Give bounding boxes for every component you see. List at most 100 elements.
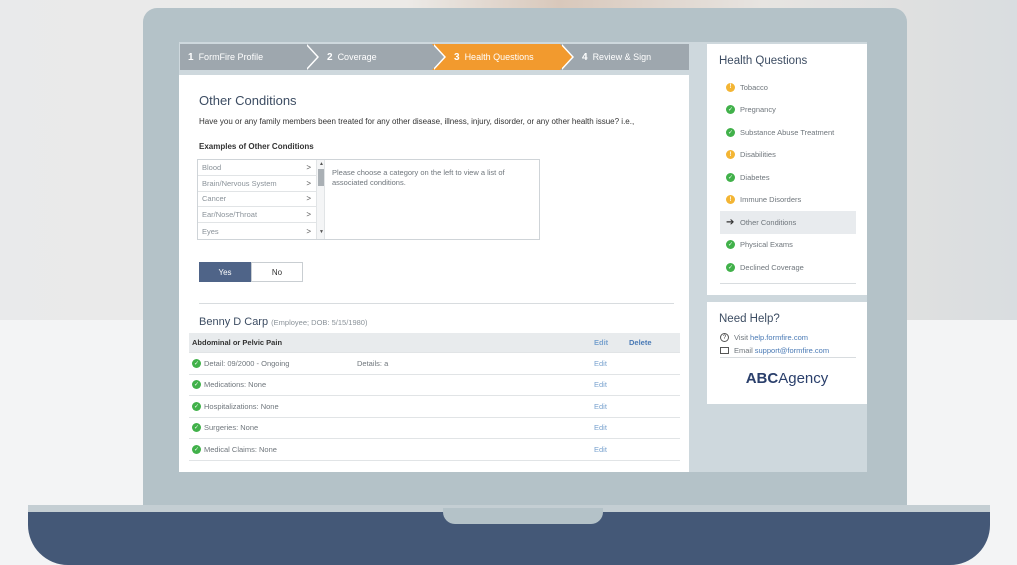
scroll-up-icon[interactable]: ▲ — [319, 161, 324, 167]
warning-icon: ! — [726, 195, 735, 205]
check-icon: ✓ — [192, 401, 201, 411]
table-header: Abdominal or Pelvic Pain Edit Delete — [189, 333, 680, 353]
sidebar-item-physical-exams[interactable]: ✓ Physical Exams — [720, 234, 856, 257]
row-details: Details: a — [357, 358, 389, 368]
logo-rest: Agency — [778, 370, 829, 387]
laptop-screen: 1 FormFire Profile 2 Coverage 3 Health Q… — [179, 42, 867, 472]
check-icon: ✓ — [726, 127, 735, 137]
category-item-blood[interactable]: Blood > — [198, 160, 316, 176]
category-item-eyes[interactable]: Eyes > — [198, 223, 316, 239]
step-number: 3 — [454, 51, 460, 63]
question-text: Have you or any family members been trea… — [199, 117, 635, 126]
sidebar-item-other-conditions[interactable]: ➔ Other Conditions — [720, 211, 856, 234]
category-label: Blood — [202, 162, 222, 172]
sidebar-item-substance-abuse[interactable]: ✓ Substance Abuse Treatment — [720, 121, 856, 144]
sidebar-item-declined-coverage[interactable]: ✓ Declined Coverage — [720, 256, 856, 279]
category-browser: Blood > Brain/Nervous System > Cancer > … — [197, 159, 540, 240]
condition-table: Abdominal or Pelvic Pain Edit Delete ✓ De… — [189, 333, 680, 461]
step-label: FormFire Profile — [198, 52, 264, 62]
email-prefix: Email — [734, 346, 753, 355]
person-name: Benny D Carp — [199, 316, 269, 328]
person-detail: (Employee; DOB: 5/15/1980) — [271, 318, 368, 327]
step-formfire-profile[interactable]: 1 FormFire Profile — [180, 44, 319, 70]
health-questions-sidebar: Health Questions ! Tobacco ✓ Pregnancy ✓ Su… — [707, 44, 867, 295]
help-site-link[interactable]: help.formfire.com — [750, 333, 808, 342]
chevron-right-icon: > — [306, 178, 311, 188]
table-row: ✓ Medical Claims: None Edit — [189, 439, 680, 461]
chevron-right-icon: > — [306, 162, 311, 172]
divider — [720, 357, 856, 358]
help-title: Need Help? — [719, 313, 780, 325]
check-icon: ✓ — [192, 358, 201, 368]
row-label: Medications: None — [204, 380, 267, 390]
check-icon: ✓ — [726, 105, 735, 115]
page-title: Other Conditions — [199, 93, 297, 108]
scroll-down-icon[interactable]: ▼ — [319, 229, 324, 235]
divider — [720, 283, 856, 284]
table-row: ✓ Medications: None Edit — [189, 375, 680, 396]
category-label: Ear/Nose/Throat — [202, 210, 258, 220]
sidebar-item-label: Immune Disorders — [740, 195, 802, 205]
step-health-questions[interactable]: 3 Health Questions — [432, 44, 574, 70]
step-number: 4 — [582, 51, 588, 63]
yes-button[interactable]: Yes — [199, 262, 251, 282]
agency-logo: ABCAgency — [707, 370, 867, 387]
sidebar-item-label: Substance Abuse Treatment — [740, 127, 835, 137]
row-label: Detail: 09/2000 - Ongoing — [204, 358, 290, 368]
warning-icon: ! — [726, 82, 735, 92]
no-button[interactable]: No — [251, 262, 303, 282]
step-label: Coverage — [337, 52, 377, 62]
visit-prefix: Visit — [734, 333, 749, 342]
table-row: ✓ Detail: 09/2000 - Ongoing Details: a Ed… — [189, 353, 680, 375]
main-panel: Other Conditions Have you or any family … — [179, 75, 689, 472]
sidebar-item-label: Other Conditions — [740, 217, 797, 227]
sidebar-item-disabilities[interactable]: ! Disabilities — [720, 144, 856, 167]
arrow-right-icon: ➔ — [726, 216, 735, 228]
row-edit-link[interactable]: Edit — [594, 380, 607, 389]
category-item-brain[interactable]: Brain/Nervous System > — [198, 176, 316, 192]
check-icon: ✓ — [192, 444, 201, 454]
support-email-link[interactable]: support@formfire.com — [755, 346, 829, 355]
row-edit-link[interactable]: Edit — [594, 445, 607, 454]
chevron-right-icon: > — [306, 210, 311, 220]
question-circle-icon: ? — [720, 333, 729, 342]
person-heading: Benny D Carp (Employee; DOB: 5/15/1980) — [199, 316, 367, 328]
sidebar-title: Health Questions — [719, 55, 808, 67]
step-coverage[interactable]: 2 Coverage — [305, 44, 446, 70]
sidebar-item-tobacco[interactable]: ! Tobacco — [720, 76, 856, 99]
sidebar-nav: ! Tobacco ✓ Pregnancy ✓ Substance Abuse Tre… — [720, 76, 856, 279]
category-hint: Please choose a category on the left to … — [332, 168, 505, 188]
step-label: Health Questions — [464, 52, 534, 62]
edit-condition-link[interactable]: Edit — [594, 338, 608, 347]
delete-condition-link[interactable]: Delete — [629, 338, 652, 347]
row-edit-link[interactable]: Edit — [594, 402, 607, 411]
warning-icon: ! — [726, 150, 735, 160]
category-item-cancer[interactable]: Cancer > — [198, 192, 316, 208]
check-icon: ✓ — [192, 380, 201, 390]
table-row: ✓ Surgeries: None Edit — [189, 418, 680, 439]
sidebar-item-label: Declined Coverage — [740, 262, 804, 272]
row-edit-link[interactable]: Edit — [594, 423, 607, 432]
chevron-right-icon: > — [306, 226, 311, 236]
step-number: 1 — [188, 51, 194, 63]
examples-label: Examples of Other Conditions — [199, 142, 314, 151]
check-icon: ✓ — [726, 240, 735, 250]
row-label: Hospitalizations: None — [204, 401, 279, 411]
sidebar-item-immune-disorders[interactable]: ! Immune Disorders — [720, 189, 856, 212]
check-icon: ✓ — [192, 423, 201, 433]
category-scrollbar[interactable]: ▲ ▼ — [316, 160, 325, 239]
sidebar-item-diabetes[interactable]: ✓ Diabetes — [720, 166, 856, 189]
scroll-thumb[interactable] — [318, 169, 324, 186]
sidebar-item-label: Tobacco — [740, 82, 768, 92]
step-progress-bar: 1 FormFire Profile 2 Coverage 3 Health Q… — [180, 44, 689, 70]
sidebar-item-label: Disabilities — [740, 150, 776, 160]
row-edit-link[interactable]: Edit — [594, 359, 607, 368]
logo-bold: ABC — [745, 370, 779, 387]
category-label: Cancer — [202, 194, 227, 204]
step-review-sign[interactable]: 4 Review & Sign — [560, 44, 689, 70]
step-label: Review & Sign — [592, 52, 652, 62]
chevron-right-icon: > — [306, 194, 311, 204]
category-item-ent[interactable]: Ear/Nose/Throat > — [198, 207, 316, 224]
check-icon: ✓ — [726, 172, 735, 182]
sidebar-item-pregnancy[interactable]: ✓ Pregnancy — [720, 99, 856, 122]
